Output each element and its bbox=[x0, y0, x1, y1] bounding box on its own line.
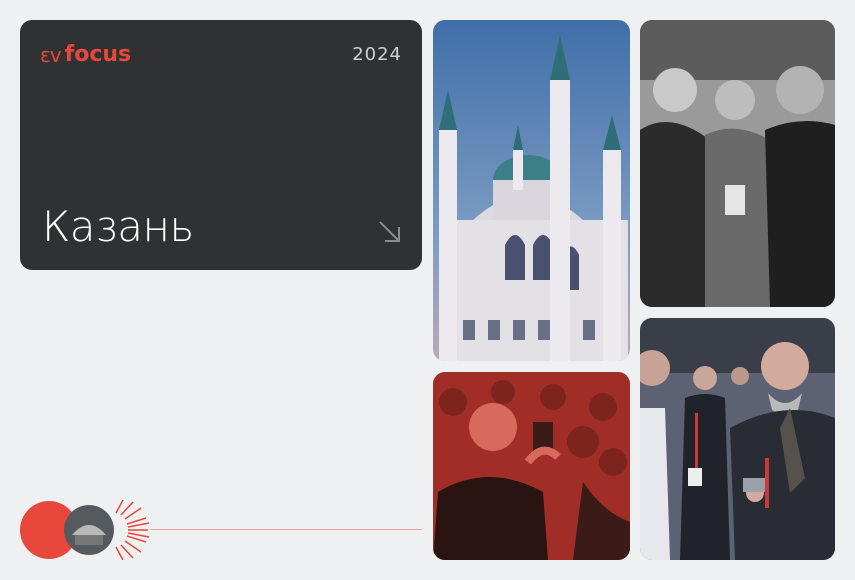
brand-logo: ɛv focus bbox=[40, 42, 131, 67]
divider-line bbox=[150, 529, 422, 530]
demo-photo bbox=[640, 318, 835, 560]
audience-photo bbox=[433, 372, 630, 560]
event-card[interactable]: ɛv focus 2024 Казань bbox=[20, 20, 422, 270]
sunburst-icon bbox=[115, 500, 150, 560]
event-city: Казань bbox=[42, 202, 194, 251]
decorative-circles bbox=[20, 500, 150, 560]
event-year: 2024 bbox=[352, 44, 402, 65]
brand-name: focus bbox=[64, 42, 132, 67]
kazan-building-icon bbox=[64, 505, 114, 555]
networking-photo bbox=[640, 20, 835, 307]
brand-mark: ɛv bbox=[40, 42, 62, 67]
arrow-down-right-icon[interactable] bbox=[376, 218, 404, 246]
mosque-photo bbox=[433, 20, 630, 361]
